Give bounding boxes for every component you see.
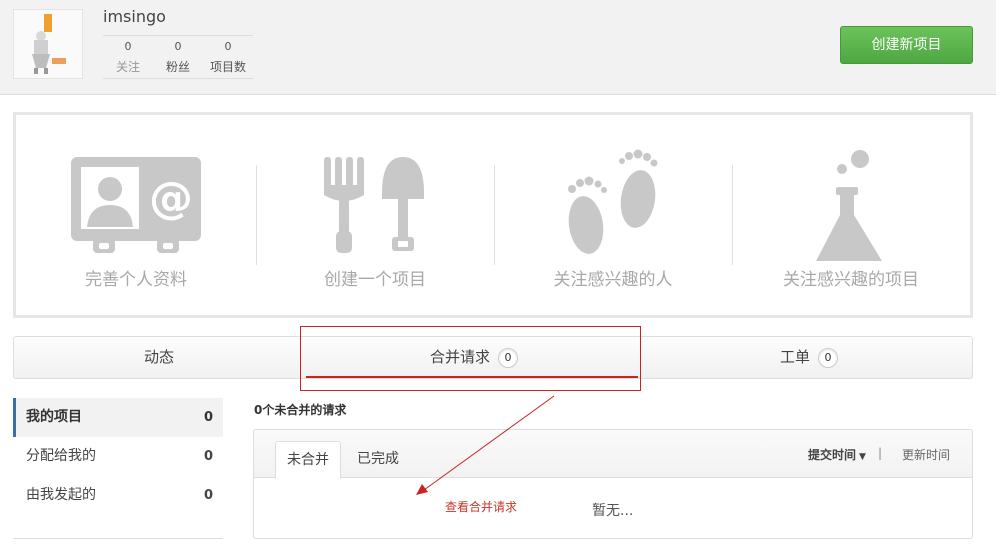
quick-action-label: 关注感兴趣的人 bbox=[553, 270, 673, 290]
footprints-icon bbox=[568, 149, 658, 254]
profile-card-icon: @ bbox=[71, 157, 201, 253]
sort-by-update-time[interactable]: 更新时间 bbox=[902, 446, 950, 463]
sidebar-item-label: 我的项目 bbox=[26, 409, 82, 425]
sort-label: 提交时间 bbox=[808, 448, 857, 462]
count-badge: 0 bbox=[818, 347, 838, 368]
sidebar-item-count: 0 bbox=[203, 410, 213, 425]
sidebar-item-assigned-to-me[interactable]: 分配给我的 0 bbox=[13, 437, 223, 476]
stat-projects[interactable]: 0 项目数 bbox=[203, 36, 253, 78]
create-project-button[interactable]: 创建新项目 bbox=[840, 26, 973, 64]
fork-shovel-icon bbox=[324, 157, 424, 253]
stat-following-label: 关注 bbox=[115, 60, 140, 74]
stat-following[interactable]: 0 关注 bbox=[103, 36, 153, 78]
stat-followers-label: 粉丝 bbox=[165, 60, 190, 74]
sidebar-item-label: 分配给我的 bbox=[26, 448, 96, 464]
quick-action-follow-projects[interactable]: 关注感兴趣的项目 bbox=[732, 115, 970, 315]
svg-text:@: @ bbox=[149, 173, 193, 224]
profile-header: imsingo 0 关注 0 粉丝 0 项目数 创建新项目 bbox=[0, 0, 996, 95]
tab-activity[interactable]: 动态 bbox=[14, 337, 304, 378]
quick-actions-panel: @ 完善个人资料 创建一个项目 关注感兴趣的人 关注感兴趣的项目 bbox=[13, 112, 973, 318]
sidebar-item-label: 由我发起的 bbox=[26, 487, 96, 503]
tab-completed[interactable]: 已完成 bbox=[346, 441, 410, 479]
quick-action-complete-profile[interactable]: @ 完善个人资料 bbox=[16, 115, 256, 315]
merge-request-panel: 未合并 已完成 提交时间 ▼ | 更新时间 bbox=[253, 429, 973, 539]
merge-request-summary: 0个未合并的请求 bbox=[254, 403, 347, 417]
avatar[interactable] bbox=[13, 9, 83, 79]
quick-action-label: 创建一个项目 bbox=[324, 270, 426, 290]
annotation-label: 查看合并请求 bbox=[445, 500, 518, 514]
quick-action-label: 完善个人资料 bbox=[85, 270, 187, 290]
sidebar: 我的项目 0 分配给我的 0 由我发起的 0 bbox=[13, 398, 223, 515]
tab-issues[interactable]: 工单 0 bbox=[644, 337, 974, 378]
sidebar-item-count: 0 bbox=[203, 449, 213, 464]
sort-separator: | bbox=[878, 446, 883, 460]
avatar-figure-icon bbox=[14, 10, 82, 78]
quick-action-create-project[interactable]: 创建一个项目 bbox=[256, 115, 494, 315]
tab-label: 工单 bbox=[779, 348, 810, 366]
sidebar-divider bbox=[13, 538, 223, 539]
tab-unmerged[interactable]: 未合并 bbox=[275, 441, 341, 479]
sidebar-item-created-by-me[interactable]: 由我发起的 0 bbox=[13, 476, 223, 515]
merge-request-panel-header: 未合并 已完成 提交时间 ▼ | 更新时间 bbox=[254, 430, 972, 479]
stat-followers-count: 0 bbox=[174, 40, 182, 53]
highlight-box bbox=[300, 326, 641, 391]
stat-projects-count: 0 bbox=[224, 40, 232, 53]
sort-by-submit-time[interactable]: 提交时间 ▼ bbox=[808, 446, 866, 463]
caret-down-icon: ▼ bbox=[859, 452, 866, 462]
empty-state: 暂无... bbox=[592, 503, 634, 519]
flask-icon bbox=[816, 150, 882, 261]
sidebar-item-my-projects[interactable]: 我的项目 0 bbox=[13, 398, 223, 437]
tab-label: 动态 bbox=[143, 348, 174, 366]
stat-projects-label: 项目数 bbox=[209, 60, 246, 74]
username: imsingo bbox=[103, 7, 166, 26]
stat-following-count: 0 bbox=[124, 40, 132, 53]
highlight-underline bbox=[306, 376, 638, 378]
sidebar-item-count: 0 bbox=[203, 488, 213, 503]
stat-followers[interactable]: 0 粉丝 bbox=[153, 36, 203, 78]
quick-action-follow-people[interactable]: 关注感兴趣的人 bbox=[494, 115, 732, 315]
quick-action-label: 关注感兴趣的项目 bbox=[783, 270, 919, 290]
user-stats: 0 关注 0 粉丝 0 项目数 bbox=[103, 35, 253, 79]
